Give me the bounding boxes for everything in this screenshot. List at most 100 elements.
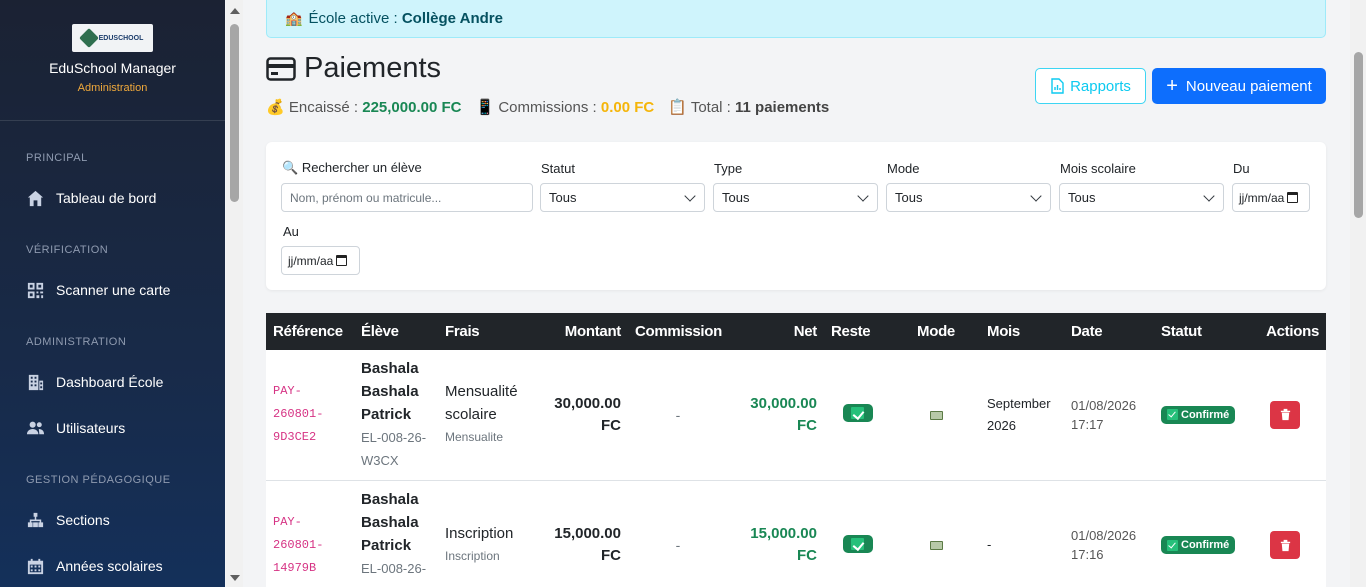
col-header-mode[interactable]: Mode xyxy=(892,313,980,350)
type-label: Type xyxy=(714,161,743,176)
new-payment-label: Nouveau paiement xyxy=(1185,77,1312,95)
col-header-statut[interactable]: Statut xyxy=(1154,313,1246,350)
payments-table-wrap: Référence Élève Frais Montant Commission… xyxy=(266,313,1326,587)
sidebar-item-dashboard[interactable]: Tableau de bord xyxy=(0,178,225,218)
du-label: Du xyxy=(1233,161,1250,176)
col-header-net[interactable]: Net xyxy=(728,313,824,350)
user-role: Administration xyxy=(77,82,148,94)
page-header: Paiements xyxy=(266,52,441,85)
users-icon xyxy=(26,421,45,434)
search-input[interactable]: Nom, prénom ou matricule... xyxy=(281,183,533,212)
trash-icon xyxy=(1280,539,1290,551)
cell-commission: - xyxy=(628,350,728,481)
delete-button[interactable] xyxy=(1270,400,1300,429)
sidebar-item-scanner[interactable]: Scanner une carte xyxy=(0,270,225,310)
page-scrollbar-thumb[interactable] xyxy=(1354,52,1363,218)
calendar-icon[interactable] xyxy=(336,255,348,266)
sidebar-item-annees[interactable]: Années scolaires xyxy=(0,546,225,586)
scroll-down-arrow-icon[interactable] xyxy=(230,575,240,581)
table-row[interactable]: PAY- 260801- 9D3CE2 Bashala Bashala Patr… xyxy=(266,350,1326,481)
table-row[interactable]: PAY- 260801- 14979B Bashala Bashala Patr… xyxy=(266,480,1326,587)
search-label: 🔍 Rechercher un élève xyxy=(282,160,422,176)
payments-table: Référence Élève Frais Montant Commission… xyxy=(266,313,1326,587)
sidebar-item-label: Sections xyxy=(56,512,110,528)
mode-select[interactable]: Tous xyxy=(886,183,1051,212)
col-header-montant[interactable]: Montant xyxy=(538,313,628,350)
stat-commissions-value: 0.00 FC xyxy=(600,99,655,116)
cell-date: 01/08/2026 17:16 xyxy=(1064,480,1154,587)
check-icon xyxy=(1167,539,1178,551)
cell-reference: PAY- 260801- 14979B xyxy=(266,480,354,587)
sidebar-item-label: Tableau de bord xyxy=(56,190,157,206)
phone-icon: 📱 xyxy=(475,99,495,116)
cell-mode xyxy=(892,350,980,481)
chevron-down-icon xyxy=(684,189,696,202)
mois-select[interactable]: Tous xyxy=(1059,183,1224,212)
status-badge: Confirmé xyxy=(1161,536,1236,554)
sidebar-item-utilisateurs[interactable]: Utilisateurs xyxy=(0,408,225,448)
main-content: 🏫 École active : Collège Andre Paiements… xyxy=(243,0,1350,587)
cell-net: 30,000.00 FC xyxy=(728,350,824,481)
cell-statut: Confirmé xyxy=(1154,480,1246,587)
mois-value: Tous xyxy=(1068,190,1096,205)
au-date-value: jj/mm/aa xyxy=(288,253,334,268)
chevron-down-icon xyxy=(1203,189,1215,202)
rapports-button[interactable]: Rapports xyxy=(1035,68,1146,104)
search-label-text: Rechercher un élève xyxy=(301,160,422,175)
cell-actions xyxy=(1246,350,1326,481)
col-header-frais[interactable]: Frais xyxy=(438,313,538,350)
type-select[interactable]: Tous xyxy=(713,183,878,212)
au-date-input[interactable]: jj/mm/aa xyxy=(281,246,360,275)
scroll-up-arrow-icon[interactable] xyxy=(230,8,240,14)
col-header-date[interactable]: Date xyxy=(1064,313,1154,350)
col-header-reference[interactable]: Référence xyxy=(266,313,354,350)
check-icon xyxy=(843,404,873,423)
sidebar-item-dashboard-ecole[interactable]: Dashboard École xyxy=(0,362,225,402)
section-title-principal: PRINCIPAL xyxy=(26,152,88,164)
sidebar-scrollbar[interactable] xyxy=(226,0,243,587)
table-header-row: Référence Élève Frais Montant Commission… xyxy=(266,313,1326,350)
scrollbar-thumb[interactable] xyxy=(230,24,239,202)
cash-icon xyxy=(929,410,943,420)
chevron-down-icon xyxy=(857,189,869,202)
cell-net: 15,000.00 FC xyxy=(728,480,824,587)
alert-prefix: École active : xyxy=(308,10,398,27)
delete-button[interactable] xyxy=(1270,531,1300,559)
status-text: Confirmé xyxy=(1181,539,1230,551)
col-header-reste[interactable]: Reste xyxy=(824,313,892,350)
active-school-alert: 🏫 École active : Collège Andre xyxy=(266,0,1326,38)
cell-statut: Confirmé xyxy=(1154,350,1246,481)
cell-mode xyxy=(892,480,980,587)
stat-total: 📋 Total : 11 paiements xyxy=(668,98,829,116)
status-text: Confirmé xyxy=(1181,408,1230,421)
sidebar-item-label: Utilisateurs xyxy=(56,420,126,436)
du-date-value: jj/mm/aa xyxy=(1239,190,1285,205)
cell-reste xyxy=(824,480,892,587)
stat-total-value: 11 paiements xyxy=(735,99,830,116)
page-scrollbar[interactable] xyxy=(1350,0,1366,587)
ref-part: 260801- xyxy=(273,537,324,552)
sidebar-item-sections[interactable]: Sections xyxy=(0,500,225,540)
cell-commission: - xyxy=(628,480,728,587)
col-header-mois[interactable]: Mois xyxy=(980,313,1064,350)
cell-eleve: Bashala Bashala Patrick EL-008-26-W3CX xyxy=(354,480,438,587)
cell-frais: Mensualité scolaire Mensualite xyxy=(438,350,538,481)
statut-select[interactable]: Tous xyxy=(540,183,705,212)
new-payment-button[interactable]: + Nouveau paiement xyxy=(1152,68,1326,104)
col-header-actions[interactable]: Actions xyxy=(1246,313,1326,350)
col-header-eleve[interactable]: Élève xyxy=(354,313,438,350)
section-title-verification: VÉRIFICATION xyxy=(26,244,109,256)
cell-montant: 30,000.00 FC xyxy=(538,350,628,481)
qr-code-icon xyxy=(27,282,44,298)
student-name: Bashala Bashala Patrick xyxy=(361,360,419,424)
sidebar: EDUSCHOOL EduSchool Manager Administrati… xyxy=(0,0,225,587)
chevron-down-icon xyxy=(1030,189,1042,202)
col-header-commission[interactable]: Commission xyxy=(628,313,728,350)
calendar-icon[interactable] xyxy=(1287,192,1299,203)
payment-stats: 💰 Encaissé : 225,000.00 FC 📱 Commissions… xyxy=(266,98,829,116)
frais-type: Inscription xyxy=(445,549,500,563)
sidebar-item-label: Scanner une carte xyxy=(56,282,171,298)
logo-mark-icon xyxy=(78,28,99,48)
du-date-input[interactable]: jj/mm/aa xyxy=(1232,183,1310,212)
frais-name: Mensualité scolaire xyxy=(445,383,518,424)
